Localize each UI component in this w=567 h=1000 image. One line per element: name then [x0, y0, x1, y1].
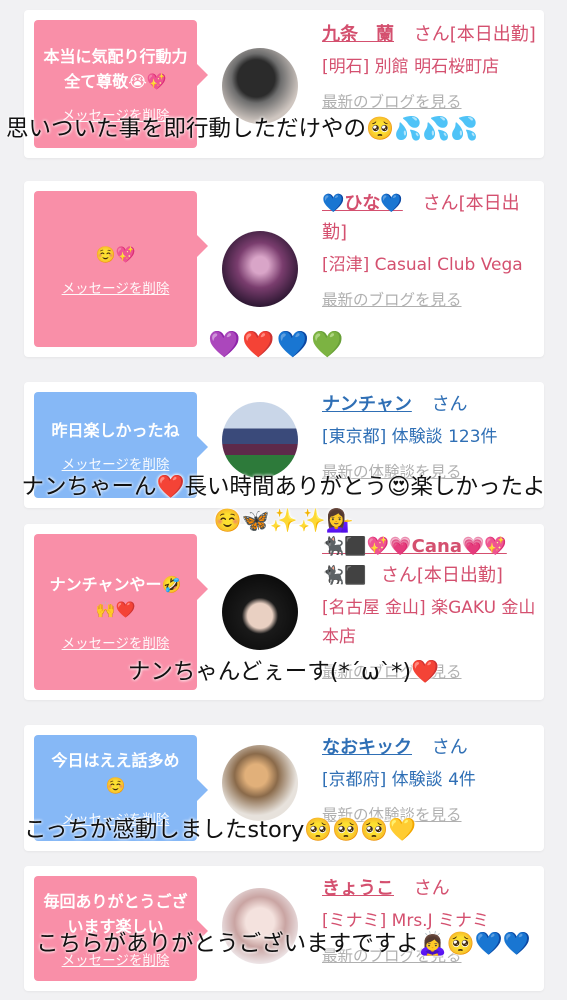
status-suffix: [本日出勤]: [449, 24, 536, 45]
shop-location: [名古屋 金山] 楽GAKU 金山本店: [322, 598, 536, 647]
cast-name-link[interactable]: ナンチャン: [322, 394, 412, 415]
avatar[interactable]: [222, 745, 298, 821]
shop-location: [東京都] 体験談 123件: [322, 427, 498, 447]
delete-message-link[interactable]: メッセージを削除: [62, 632, 170, 652]
shop-location: [沼津] Casual Club Vega: [322, 255, 523, 275]
cast-name-link[interactable]: 💙ひな💙: [322, 193, 403, 214]
cast-name-link[interactable]: 九条 蘭: [322, 24, 394, 45]
shop-location: [明石] 別館 明石桜町店: [322, 57, 500, 77]
honorific: さん: [380, 565, 417, 586]
honorific: さん: [413, 24, 450, 45]
latest-blog-link[interactable]: 最新のブログを見る: [322, 90, 538, 112]
overlay-caption: 思いついた事を即行動しただけやの🥺💦💦💦: [6, 116, 479, 142]
honorific: さん: [431, 737, 468, 758]
avatar[interactable]: [222, 402, 298, 478]
message-text: ☺️💖: [95, 244, 136, 264]
message-text: 本当に気配り行動力全て尊敬😭💖: [43, 47, 188, 91]
overlay-caption: 💜❤️💙💚: [208, 330, 346, 360]
latest-blog-link[interactable]: 最新のブログを見る: [322, 288, 538, 310]
shop-location: [京都府] 体験談 4件: [322, 770, 476, 790]
overlay-caption: こっちが感動しましたstory🥺🥺🥺💛: [24, 817, 417, 843]
overlay-caption: こちらがありがとうございますですよ🙇‍♀️🥺💙💙: [36, 931, 531, 957]
overlay-caption: ナンちゃーん❤️長い時間ありがとう😍楽しかったよ☺️🦋✨✨💁‍♀️: [21, 474, 546, 534]
honorific: さん: [422, 193, 459, 214]
message-text: ナンチャンやー🤣🙌❤️: [49, 575, 182, 619]
name-continuation: 🐈‍⬛⬛: [322, 565, 367, 586]
cast-name-link[interactable]: なおキック: [322, 737, 412, 758]
message-bubble: ☺️💖 メッセージを削除: [34, 191, 208, 347]
message-text: 今日はええ話多め☺️: [51, 751, 180, 795]
avatar[interactable]: [222, 574, 298, 650]
message-text: 昨日楽しかったね: [51, 420, 180, 440]
cast-name-link[interactable]: 🐈‍⬛⬛💖💗Cana💗💖: [322, 536, 507, 557]
honorific: さん: [431, 394, 468, 415]
delete-message-link[interactable]: メッセージを削除: [62, 277, 170, 297]
cast-name-link[interactable]: きょうこ: [322, 878, 394, 899]
status-suffix: [本日出勤]: [416, 565, 503, 586]
overlay-caption: ナンちゃんどぇーす(*´ω`*)❤️: [127, 659, 440, 685]
honorific: さん: [413, 878, 450, 899]
avatar[interactable]: [222, 231, 298, 307]
